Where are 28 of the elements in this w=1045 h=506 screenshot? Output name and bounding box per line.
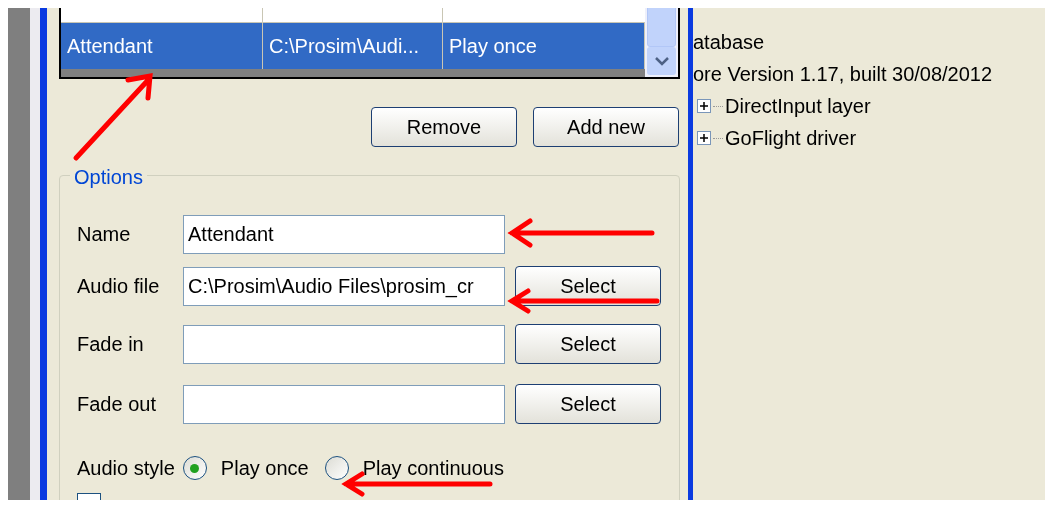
button[interactable]: Add new <box>533 107 679 147</box>
button[interactable]: Select <box>515 384 661 424</box>
scrollbar[interactable] <box>645 8 678 77</box>
radio-button[interactable] <box>182 456 207 480</box>
tree-item[interactable]: DirectInput layer <box>725 91 871 121</box>
radio-button[interactable] <box>324 456 349 480</box>
radio-label: Play once <box>220 456 309 481</box>
field-label: Fade in <box>77 332 145 357</box>
button[interactable]: Select <box>515 324 661 364</box>
table-row[interactable]: Attendant C:\Prosim\Audi... Play once <box>61 22 645 69</box>
field-label: Audio style <box>77 456 175 481</box>
text-field[interactable]: Attendant <box>183 214 505 254</box>
expand-icon[interactable] <box>697 131 711 145</box>
text-field[interactable]: C:\Prosim\Audio Files\prosim_cr <box>183 266 505 306</box>
chevron-down-icon <box>654 56 669 66</box>
text-field[interactable] <box>183 324 505 364</box>
table-cell: C:\Prosim\Audi... <box>263 23 443 69</box>
tree-item[interactable]: GoFlight driver <box>725 123 857 153</box>
info-text: ore Version 1.17, built 30/08/2012 <box>693 62 994 87</box>
radio-label: Play continuous <box>362 456 504 481</box>
button[interactable]: Remove <box>371 107 517 147</box>
field-label: Audio file <box>77 274 161 299</box>
info-text: atabase <box>693 30 766 55</box>
field-label: Fade out <box>77 392 157 417</box>
field-label: Name <box>77 222 132 247</box>
table-cell: Attendant <box>61 23 263 69</box>
expand-icon[interactable] <box>697 99 711 113</box>
text-field[interactable] <box>183 384 505 424</box>
